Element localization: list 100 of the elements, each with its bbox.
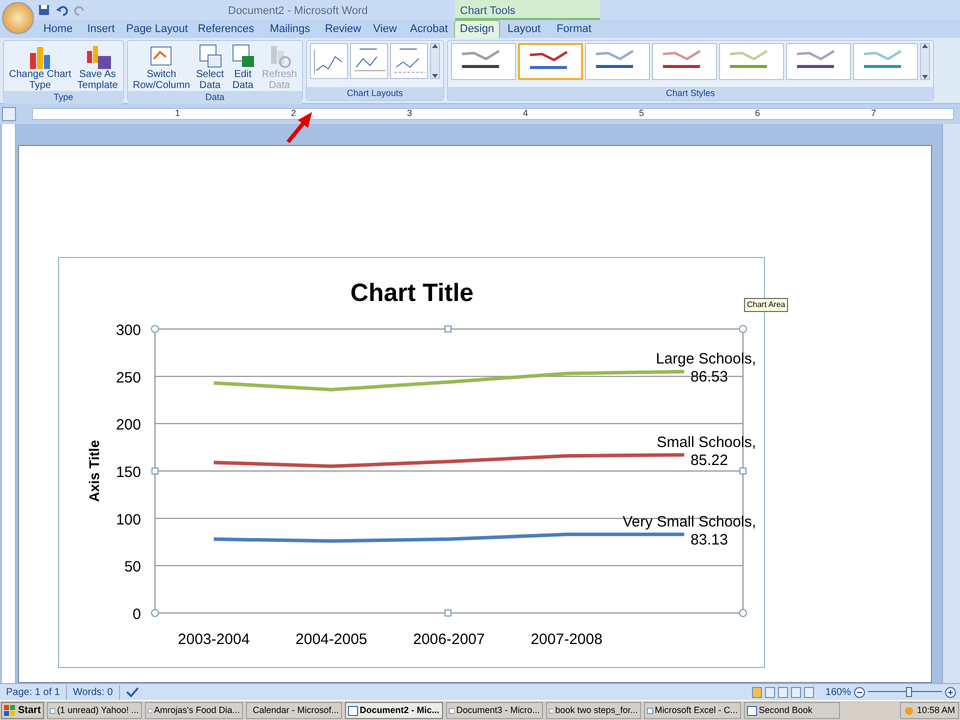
- vertical-scrollbar[interactable]: [942, 124, 960, 683]
- x-tick-label: 2004-2005: [296, 631, 368, 648]
- zoom-in-icon: [945, 686, 956, 698]
- ribbon-tab[interactable]: Review: [320, 20, 366, 38]
- checkmark-icon: [124, 686, 139, 698]
- series-label: Very Small Schools,: [622, 513, 756, 530]
- data-label: 83.13: [690, 531, 728, 548]
- gallery-scroll[interactable]: [430, 43, 440, 79]
- ribbon-tab[interactable]: Insert: [80, 20, 122, 38]
- ruler-number: 7: [871, 107, 876, 120]
- ribbon-button[interactable]: Select Data: [194, 43, 226, 91]
- office-button[interactable]: [2, 2, 34, 34]
- taskbar-button[interactable]: (1 unread) Yahoo! ...: [46, 702, 142, 719]
- resize-handle: [739, 609, 747, 617]
- group-label: Chart Layouts: [306, 87, 443, 100]
- resize-handle: [152, 468, 158, 474]
- y-tick-label: 200: [116, 416, 141, 434]
- ribbon-button[interactable]: Switch Row/Column: [130, 43, 192, 91]
- resize-handle: [151, 609, 159, 617]
- resize-handle: [739, 325, 747, 333]
- ruler-number: 5: [639, 107, 644, 120]
- ribbon-tab[interactable]: Mailings: [260, 20, 320, 38]
- y-tick-label: 300: [116, 322, 141, 339]
- ruler-number: 6: [755, 107, 760, 120]
- gallery-scroll[interactable]: [920, 43, 930, 80]
- undo-icon: [56, 4, 68, 16]
- view-button[interactable]: [752, 686, 762, 698]
- window-title: Document2 - Microsoft Word: [228, 4, 368, 19]
- resize-handle: [444, 610, 452, 616]
- group-label: Type: [4, 91, 123, 104]
- chart-style-thumbnail[interactable]: [652, 43, 717, 80]
- data-label: 85.22: [690, 452, 728, 469]
- chart-title: Chart Title: [350, 279, 474, 307]
- status-icon: [904, 706, 914, 716]
- ribbon-tab[interactable]: Design: [454, 20, 500, 38]
- chart-style-thumbnail[interactable]: [786, 43, 851, 80]
- x-tick-label: 2006-2007: [413, 631, 485, 648]
- ribbon-tab[interactable]: Acrobat: [404, 20, 454, 38]
- slider-thumb[interactable]: [906, 687, 912, 697]
- taskbar-button[interactable]: Amrojas's Food Dia...: [144, 702, 243, 719]
- pointer-arrow-icon: [284, 110, 314, 144]
- y-tick-label: 150: [116, 464, 141, 481]
- ribbon-tab[interactable]: Page Layout: [122, 20, 192, 38]
- zoom-level: 160%: [825, 686, 851, 700]
- taskbar-button[interactable]: Calendar - Microsof...: [246, 702, 342, 719]
- data-label: 86.53: [690, 368, 728, 386]
- resize-handle: [740, 468, 746, 474]
- series-label: Small Schools,: [656, 434, 756, 451]
- ruler-number: 2: [291, 107, 296, 120]
- taskbar-button[interactable]: Document3 - Micro...: [446, 702, 543, 719]
- y-tick-label: 0: [132, 606, 141, 623]
- view-button[interactable]: [765, 686, 776, 698]
- y-tick-label: 50: [124, 558, 141, 576]
- save-icon: [38, 4, 50, 16]
- group-label: Data: [128, 91, 302, 104]
- up-arrow-icon: [922, 44, 928, 48]
- windows-logo-icon: [4, 704, 16, 716]
- ruler-number: 1: [175, 107, 180, 120]
- series-label: Large Schools,: [656, 350, 756, 368]
- ribbon-tab[interactable]: View: [366, 20, 404, 38]
- contextual-tab-group: Chart Tools: [455, 0, 600, 20]
- view-button[interactable]: [778, 686, 788, 698]
- view-button[interactable]: [804, 686, 814, 698]
- chart-layout-thumbnail[interactable]: [350, 43, 388, 79]
- zoom-out-icon: [854, 686, 865, 698]
- chart-layout-thumbnail[interactable]: [310, 43, 348, 79]
- ribbon-button[interactable]: Change Chart Type: [7, 43, 74, 91]
- ribbon-tab[interactable]: Home: [36, 20, 80, 38]
- chart-layout-thumbnail[interactable]: [390, 43, 428, 79]
- ribbon-tab[interactable]: Layout: [500, 20, 548, 38]
- taskbar-button[interactable]: book two steps_for...: [546, 702, 641, 719]
- down-arrow-icon: [922, 75, 928, 79]
- tab-selector[interactable]: [2, 107, 16, 121]
- down-arrow-icon: [432, 74, 438, 78]
- tooltip: Chart Area: [744, 298, 788, 312]
- taskbar-button[interactable]: Document2 - Mic...: [344, 702, 443, 719]
- group-label: Chart Styles: [448, 87, 933, 100]
- up-arrow-icon: [432, 44, 438, 48]
- chart-style-thumbnail[interactable]: [518, 43, 583, 80]
- chart-style-thumbnail[interactable]: [450, 43, 516, 80]
- bar-chart-disk-icon: [84, 43, 111, 69]
- y-tick-label: 250: [116, 369, 141, 386]
- ruler-number: 3: [407, 107, 412, 120]
- x-tick-label: 2003-2004: [178, 631, 250, 648]
- chart-style-thumbnail[interactable]: [852, 43, 918, 80]
- clock: 10:58 AM: [916, 704, 955, 717]
- resize-handle: [444, 326, 452, 332]
- ribbon-button[interactable]: Save As Template: [75, 43, 120, 91]
- taskbar-button[interactable]: Second Book: [744, 702, 840, 719]
- ribbon-tab[interactable]: References: [192, 20, 260, 38]
- chart-style-thumbnail[interactable]: [718, 43, 784, 80]
- taskbar-button[interactable]: Microsoft Excel - C...: [644, 702, 741, 719]
- redo-icon: [74, 4, 86, 16]
- ribbon-tab[interactable]: Format: [548, 20, 600, 38]
- ribbon-button[interactable]: Edit Data: [228, 43, 258, 91]
- view-button[interactable]: [791, 686, 802, 698]
- chart-style-thumbnail[interactable]: [584, 43, 650, 80]
- x-tick-label: 2007-2008: [530, 631, 602, 648]
- y-tick-label: 100: [116, 511, 141, 528]
- start-button[interactable]: Start: [1, 702, 44, 719]
